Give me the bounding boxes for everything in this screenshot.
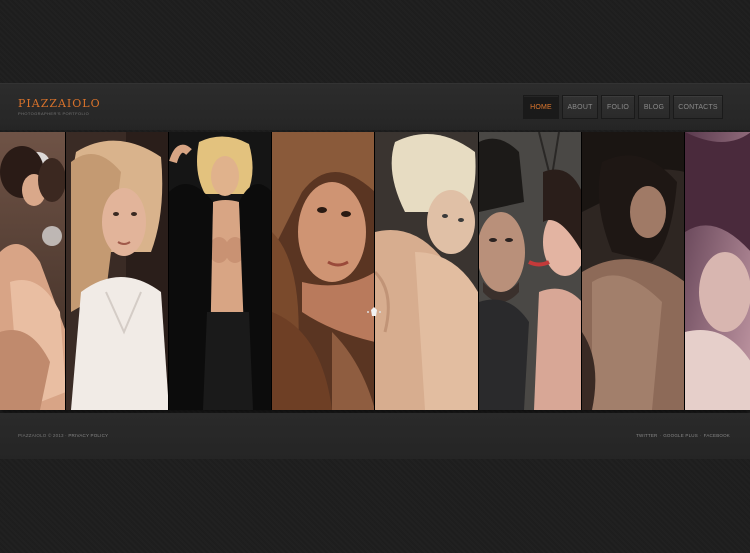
footer-social: TWITTER · GOOGLE PLUS · FACEBOOK [636, 433, 730, 438]
facebook-link[interactable]: FACEBOOK [704, 433, 730, 438]
logo-tagline: PHOTOGRAPHER'S PORTFOLIO [18, 111, 90, 116]
nav-folio[interactable]: FOLIO [601, 95, 635, 119]
footer: PIAZZAIOLO © 2013 · PRIVACY POLICY TWITT… [0, 413, 750, 459]
photo-couple-embrace[interactable] [0, 132, 67, 410]
gallery-slider[interactable] [0, 132, 750, 410]
photo-man-suit-portrait[interactable] [478, 132, 582, 410]
logo-name: PIAZZAIOLO [18, 97, 101, 110]
photo-dark-hair-back[interactable] [581, 132, 685, 410]
footer-separator: · [699, 433, 702, 438]
logo[interactable]: PIAZZAIOLO PHOTOGRAPHER'S PORTFOLIO [18, 98, 101, 116]
header: PIAZZAIOLO PHOTOGRAPHER'S PORTFOLIO HOME… [0, 83, 750, 130]
main-nav: HOME ABOUT FOLIO BLOG CONTACTS [523, 95, 723, 119]
footer-copyright: PIAZZAIOLO © 2013 · PRIVACY POLICY [18, 433, 108, 438]
footer-separator: · [659, 433, 662, 438]
page: PIAZZAIOLO PHOTOGRAPHER'S PORTFOLIO HOME… [0, 0, 750, 553]
nav-home[interactable]: HOME [523, 95, 559, 119]
privacy-policy-link[interactable]: PRIVACY POLICY [68, 433, 108, 438]
google-plus-link[interactable]: GOOGLE PLUS [663, 433, 698, 438]
photo-blonde-white-shirt[interactable] [66, 132, 170, 410]
copyright-text: PIAZZAIOLO © 2013 · [18, 433, 67, 438]
nav-blog[interactable]: BLOG [638, 95, 670, 119]
photo-auburn-hair-portrait[interactable] [272, 132, 376, 410]
slider-drag-handle-icon[interactable] [366, 306, 382, 318]
photo-platinum-blonde-shoulders[interactable] [375, 132, 479, 410]
photo-purple-tint-portrait[interactable] [684, 132, 750, 410]
nav-about[interactable]: ABOUT [562, 95, 598, 119]
photo-blonde-black-jacket[interactable] [169, 132, 273, 410]
nav-contacts[interactable]: CONTACTS [673, 95, 723, 119]
twitter-link[interactable]: TWITTER [636, 433, 657, 438]
